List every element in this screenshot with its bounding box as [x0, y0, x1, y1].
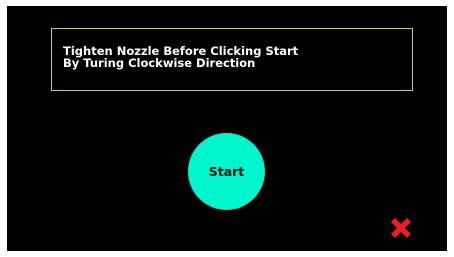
close-icon — [391, 218, 411, 238]
nozzle-instruction-screen: Tighten Nozzle Before Clicking Start By … — [7, 6, 447, 251]
close-button[interactable] — [387, 214, 415, 242]
start-button-label: Start — [208, 164, 245, 179]
instruction-box: Tighten Nozzle Before Clicking Start By … — [51, 28, 413, 91]
start-button[interactable]: Start — [188, 133, 265, 210]
instruction-line-2: By Turing Clockwise Direction — [63, 56, 256, 70]
